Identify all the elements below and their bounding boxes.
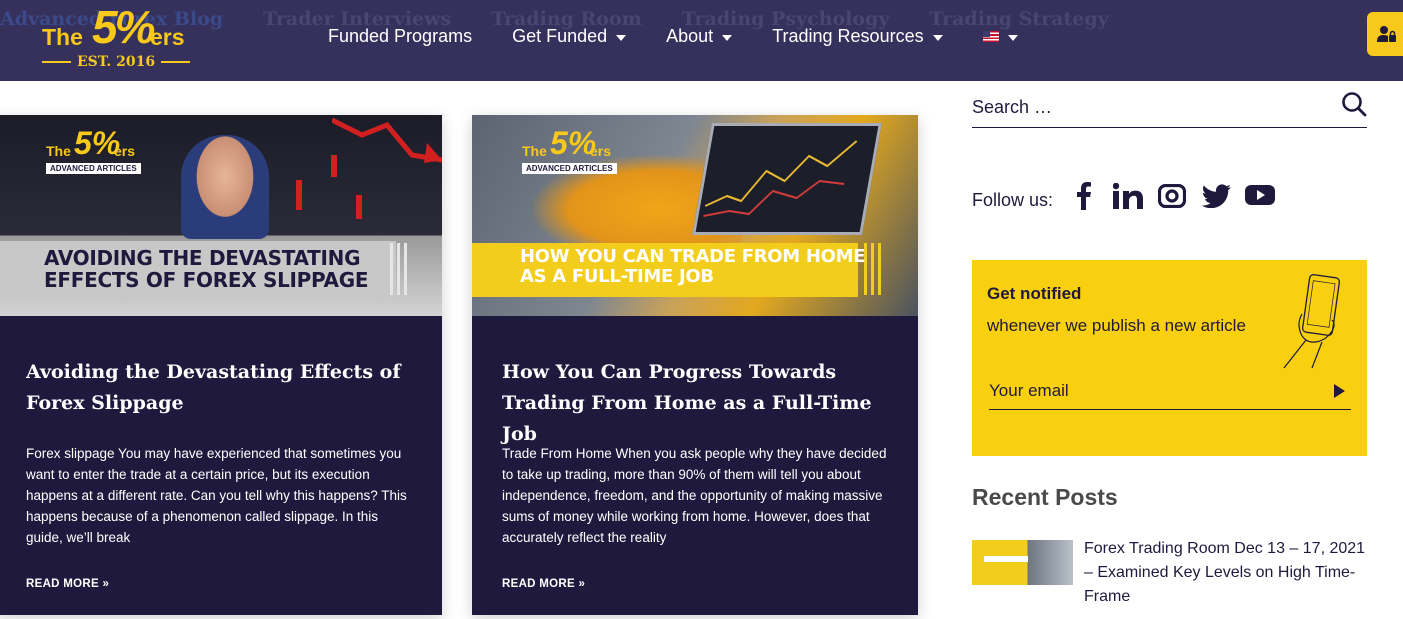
nav-item-about[interactable]: About: [666, 26, 733, 47]
caret-down-icon: [932, 34, 943, 41]
twitter-icon[interactable]: [1201, 181, 1232, 211]
post-title[interactable]: Avoiding the Devastating Effects of Fore…: [26, 357, 422, 419]
thumb-headline-line: EFFECTS OF FOREX SLIPPAGE: [44, 268, 369, 292]
chart-screen-graphic: [703, 140, 858, 217]
recent-posts-heading: Recent Posts: [972, 484, 1118, 510]
thumb-brand-the: The: [46, 143, 71, 159]
post-thumbnail[interactable]: The 5% ers ADVANCED ARTICLES AVOIDING TH…: [0, 115, 442, 316]
sidebar-search: [972, 84, 1367, 128]
caret-down-icon: [616, 34, 627, 41]
main-nav: Funded Programs Get Funded About Trading…: [328, 26, 1058, 47]
newsletter-subtitle: whenever we publish a new article: [987, 316, 1246, 335]
candlestick-graphic: [261, 155, 362, 219]
thumb-headline: HOW YOU CAN TRADE FROM HOME AS A FULL-TI…: [520, 246, 866, 287]
nav-item-trading-resources[interactable]: Trading Resources: [772, 26, 943, 47]
caret-down-icon: [1007, 34, 1018, 41]
read-more-link[interactable]: READ MORE »: [26, 578, 109, 590]
search-icon[interactable]: [1341, 91, 1367, 117]
newsletter-email-input[interactable]: [989, 380, 1309, 401]
thumb-brand-the: The: [522, 143, 547, 159]
site-header: Advanced Forex Blog Trader Interviews Tr…: [0, 0, 1403, 81]
logo-text-the: The: [42, 24, 83, 50]
thumb-headline-line: HOW YOU CAN TRADE FROM HOME: [520, 246, 866, 267]
logo-text-ers: ers: [150, 24, 185, 50]
thumb-brand-ers: ers: [590, 143, 612, 159]
nav-item-label: About: [666, 26, 714, 46]
newsletter-signup: Get notified whenever we publish a new a…: [972, 260, 1367, 456]
instagram-icon[interactable]: [1157, 181, 1187, 211]
recent-post-item[interactable]: Forex Trading Room Dec 13 – 17, 2021 – E…: [972, 537, 1367, 609]
account-login-button[interactable]: [1367, 12, 1403, 56]
newsletter-title: Get notified: [987, 284, 1082, 303]
post-card[interactable]: The 5% ers ADVANCED ARTICLES HOW YOU CAN…: [472, 115, 918, 615]
newsletter-email-row: [989, 372, 1351, 410]
hand-phone-illustration: [1283, 274, 1341, 369]
nav-item-label: Funded Programs: [328, 26, 473, 46]
thumb-brand-tag: ADVANCED ARTICLES: [46, 163, 141, 174]
us-flag-icon: [982, 31, 999, 42]
laptop-chart-photo: [692, 123, 882, 235]
youtube-icon[interactable]: [1245, 181, 1276, 211]
linkedin-icon[interactable]: [1113, 181, 1144, 211]
thumb-decor-bars: [864, 243, 881, 295]
recent-post-title[interactable]: Forex Trading Room Dec 13 – 17, 2021 – E…: [1084, 537, 1367, 609]
follow-label: Follow us:: [972, 189, 1054, 210]
recent-post-thumbnail[interactable]: [972, 540, 1073, 585]
thumb-brand-ers: ers: [114, 143, 136, 159]
thumb-decor-bars: [390, 243, 407, 295]
nav-item-label: Get Funded: [512, 26, 608, 46]
read-more-link[interactable]: READ MORE »: [502, 578, 585, 590]
thumb-headline: AVOIDING THE DEVASTATING EFFECTS OF FORE…: [44, 246, 369, 292]
post-excerpt: Forex slippage You may have experienced …: [26, 446, 407, 545]
caret-down-icon: [722, 34, 733, 41]
post-excerpt: Trade From Home When you ask people why …: [502, 446, 887, 545]
send-arrow-icon[interactable]: [1334, 383, 1345, 398]
logo-established: EST. 2016: [42, 54, 191, 70]
thumb-headline-line: AVOIDING THE DEVASTATING: [44, 246, 361, 270]
logo-text-five: 5%: [92, 1, 156, 53]
thumb-brand-tag: ADVANCED ARTICLES: [522, 163, 617, 174]
nav-item-label: Trading Resources: [772, 26, 924, 46]
site-logo[interactable]: The 5% ers EST. 2016: [42, 0, 192, 72]
nav-item-get-funded[interactable]: Get Funded: [512, 26, 627, 47]
language-switcher[interactable]: [982, 31, 1018, 42]
search-input[interactable]: [972, 93, 1312, 118]
thumb-headline-line: AS A FULL-TIME JOB: [520, 266, 714, 287]
logo-est-text: EST. 2016: [76, 54, 156, 70]
post-card[interactable]: The 5% ers ADVANCED ARTICLES AVOIDING TH…: [0, 115, 442, 615]
stressed-trader-photo: [181, 135, 269, 239]
facebook-icon[interactable]: [1069, 181, 1099, 211]
post-thumbnail[interactable]: The 5% ers ADVANCED ARTICLES HOW YOU CAN…: [472, 115, 918, 316]
user-lock-icon: [1377, 26, 1396, 42]
nav-item-funded-programs[interactable]: Funded Programs: [328, 26, 472, 47]
follow-us: Follow us:: [972, 181, 1276, 211]
post-title[interactable]: How You Can Progress Towards Trading Fro…: [502, 357, 898, 450]
